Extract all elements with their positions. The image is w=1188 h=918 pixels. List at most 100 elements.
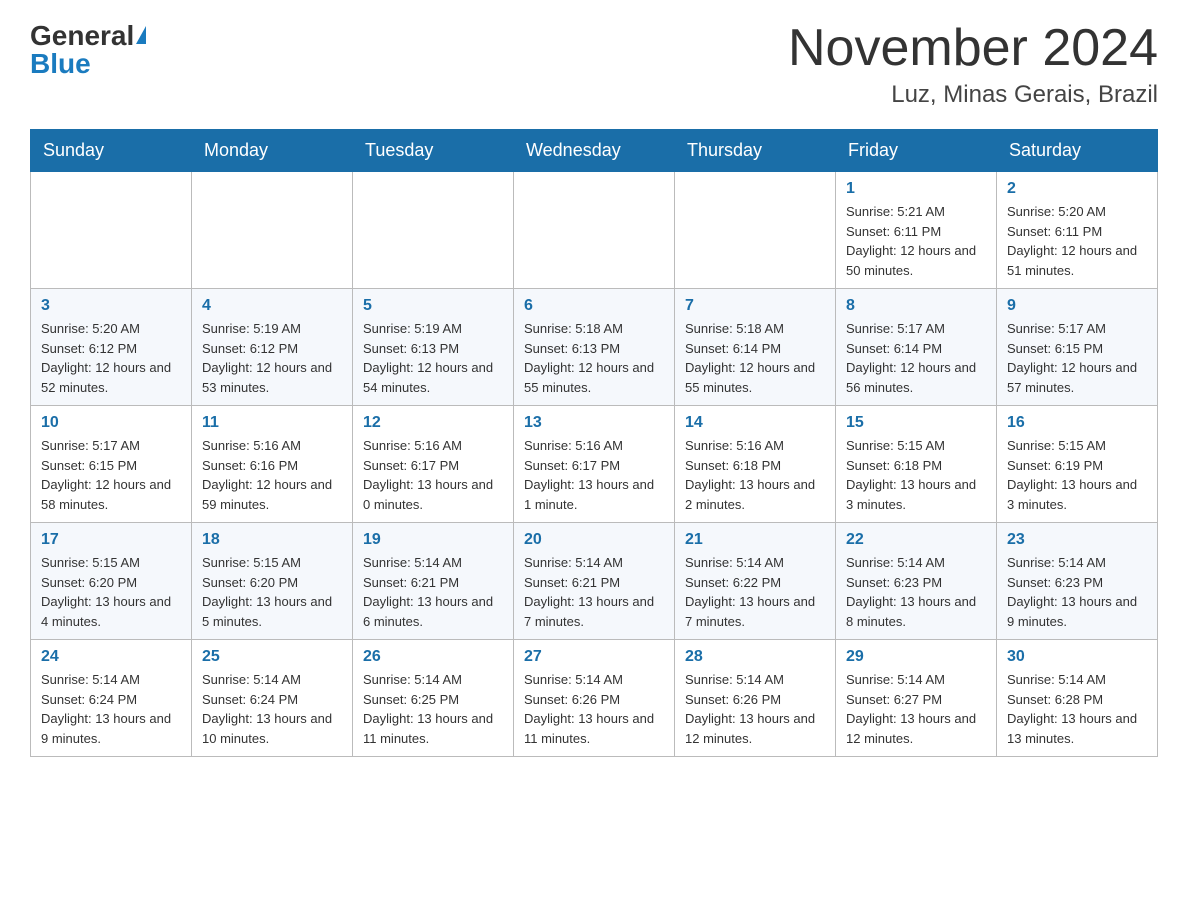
calendar-cell	[31, 172, 192, 289]
day-info: Sunrise: 5:14 AMSunset: 6:21 PMDaylight:…	[524, 553, 664, 631]
day-number: 9	[1007, 297, 1147, 315]
day-number: 18	[202, 531, 342, 549]
calendar-cell: 30 Sunrise: 5:14 AMSunset: 6:28 PMDayligh…	[997, 640, 1158, 757]
calendar-cell: 28Sunrise: 5:14 AMSunset: 6:26 PMDayligh…	[675, 640, 836, 757]
calendar-cell: 19Sunrise: 5:14 AMSunset: 6:21 PMDayligh…	[353, 523, 514, 640]
day-info: Sunrise: 5:20 AMSunset: 6:12 PMDaylight:…	[41, 319, 181, 397]
day-number: 6	[524, 297, 664, 315]
month-title: November 2024	[788, 20, 1158, 77]
calendar-week-row: 3 Sunrise: 5:20 AMSunset: 6:12 PMDaylight…	[31, 289, 1158, 406]
day-info: Sunrise: 5:16 AMSunset: 6:18 PMDaylight:…	[685, 436, 825, 514]
day-info: Sunrise: 5:18 AMSunset: 6:14 PMDaylight:…	[685, 319, 825, 397]
day-info: Sunrise: 5:19 AMSunset: 6:13 PMDaylight:…	[363, 319, 503, 397]
calendar-week-row: 24 Sunrise: 5:14 AMSunset: 6:24 PMDayligh…	[31, 640, 1158, 757]
calendar-cell	[514, 172, 675, 289]
calendar-cell: 11 Sunrise: 5:16 AMSunset: 6:16 PMDayligh…	[192, 406, 353, 523]
day-number: 27	[524, 648, 664, 666]
day-of-week-header: Friday	[836, 130, 997, 172]
calendar-week-row: 10Sunrise: 5:17 AMSunset: 6:15 PMDayligh…	[31, 406, 1158, 523]
day-number: 16	[1007, 414, 1147, 432]
calendar-cell: 1 Sunrise: 5:21 AMSunset: 6:11 PMDaylight…	[836, 172, 997, 289]
calendar-cell: 17 Sunrise: 5:15 AMSunset: 6:20 PMDayligh…	[31, 523, 192, 640]
calendar-cell: 6 Sunrise: 5:18 AMSunset: 6:13 PMDaylight…	[514, 289, 675, 406]
day-info: Sunrise: 5:14 AMSunset: 6:26 PMDaylight:…	[524, 670, 664, 748]
day-of-week-header: Saturday	[997, 130, 1158, 172]
day-number: 30	[1007, 648, 1147, 666]
calendar-cell	[192, 172, 353, 289]
day-info: Sunrise: 5:14 AMSunset: 6:28 PMDaylight:…	[1007, 670, 1147, 748]
calendar-cell: 5 Sunrise: 5:19 AMSunset: 6:13 PMDaylight…	[353, 289, 514, 406]
day-info: Sunrise: 5:18 AMSunset: 6:13 PMDaylight:…	[524, 319, 664, 397]
logo: General Blue	[30, 20, 146, 80]
day-info: Sunrise: 5:14 AMSunset: 6:24 PMDaylight:…	[41, 670, 181, 748]
day-number: 20	[524, 531, 664, 549]
page-header: General Blue November 2024 Luz, Minas Ge…	[30, 20, 1158, 109]
calendar-cell: 16 Sunrise: 5:15 AMSunset: 6:19 PMDayligh…	[997, 406, 1158, 523]
day-of-week-header: Monday	[192, 130, 353, 172]
logo-triangle-icon	[136, 26, 146, 44]
day-info: Sunrise: 5:14 AMSunset: 6:23 PMDaylight:…	[1007, 553, 1147, 631]
calendar-cell: 7 Sunrise: 5:18 AMSunset: 6:14 PMDaylight…	[675, 289, 836, 406]
day-number: 17	[41, 531, 181, 549]
day-info: Sunrise: 5:20 AMSunset: 6:11 PMDaylight:…	[1007, 202, 1147, 280]
day-info: Sunrise: 5:14 AMSunset: 6:22 PMDaylight:…	[685, 553, 825, 631]
day-info: Sunrise: 5:19 AMSunset: 6:12 PMDaylight:…	[202, 319, 342, 397]
day-info: Sunrise: 5:16 AMSunset: 6:16 PMDaylight:…	[202, 436, 342, 514]
day-number: 11	[202, 414, 342, 432]
calendar-cell: 27 Sunrise: 5:14 AMSunset: 6:26 PMDayligh…	[514, 640, 675, 757]
title-area: November 2024 Luz, Minas Gerais, Brazil	[788, 20, 1158, 109]
calendar-cell: 14Sunrise: 5:16 AMSunset: 6:18 PMDayligh…	[675, 406, 836, 523]
calendar-cell: 20 Sunrise: 5:14 AMSunset: 6:21 PMDayligh…	[514, 523, 675, 640]
day-number: 10	[41, 414, 181, 432]
calendar-cell: 18Sunrise: 5:15 AMSunset: 6:20 PMDayligh…	[192, 523, 353, 640]
calendar-cell: 13Sunrise: 5:16 AMSunset: 6:17 PMDayligh…	[514, 406, 675, 523]
calendar-cell: 15Sunrise: 5:15 AMSunset: 6:18 PMDayligh…	[836, 406, 997, 523]
day-info: Sunrise: 5:21 AMSunset: 6:11 PMDaylight:…	[846, 202, 986, 280]
day-number: 5	[363, 297, 503, 315]
day-of-week-header: Tuesday	[353, 130, 514, 172]
calendar-cell: 2 Sunrise: 5:20 AMSunset: 6:11 PMDaylight…	[997, 172, 1158, 289]
day-info: Sunrise: 5:14 AMSunset: 6:27 PMDaylight:…	[846, 670, 986, 748]
logo-blue-text: Blue	[30, 48, 91, 80]
calendar-cell: 9Sunrise: 5:17 AMSunset: 6:15 PMDaylight…	[997, 289, 1158, 406]
calendar-cell: 10Sunrise: 5:17 AMSunset: 6:15 PMDayligh…	[31, 406, 192, 523]
day-info: Sunrise: 5:14 AMSunset: 6:25 PMDaylight:…	[363, 670, 503, 748]
calendar-week-row: 1 Sunrise: 5:21 AMSunset: 6:11 PMDaylight…	[31, 172, 1158, 289]
calendar-table: SundayMondayTuesdayWednesdayThursdayFrid…	[30, 129, 1158, 757]
day-number: 24	[41, 648, 181, 666]
calendar-cell: 21 Sunrise: 5:14 AMSunset: 6:22 PMDayligh…	[675, 523, 836, 640]
calendar-cell: 26Sunrise: 5:14 AMSunset: 6:25 PMDayligh…	[353, 640, 514, 757]
calendar-cell	[353, 172, 514, 289]
calendar-cell: 22 Sunrise: 5:14 AMSunset: 6:23 PMDayligh…	[836, 523, 997, 640]
day-number: 1	[846, 180, 986, 198]
day-info: Sunrise: 5:17 AMSunset: 6:14 PMDaylight:…	[846, 319, 986, 397]
day-number: 19	[363, 531, 503, 549]
day-number: 22	[846, 531, 986, 549]
calendar-cell: 4 Sunrise: 5:19 AMSunset: 6:12 PMDaylight…	[192, 289, 353, 406]
day-number: 21	[685, 531, 825, 549]
day-info: Sunrise: 5:16 AMSunset: 6:17 PMDaylight:…	[363, 436, 503, 514]
calendar-cell: 12Sunrise: 5:16 AMSunset: 6:17 PMDayligh…	[353, 406, 514, 523]
day-number: 25	[202, 648, 342, 666]
day-number: 7	[685, 297, 825, 315]
day-info: Sunrise: 5:15 AMSunset: 6:20 PMDaylight:…	[41, 553, 181, 631]
day-number: 3	[41, 297, 181, 315]
calendar-cell: 25 Sunrise: 5:14 AMSunset: 6:24 PMDayligh…	[192, 640, 353, 757]
day-number: 4	[202, 297, 342, 315]
calendar-cell: 8 Sunrise: 5:17 AMSunset: 6:14 PMDaylight…	[836, 289, 997, 406]
day-number: 28	[685, 648, 825, 666]
calendar-week-row: 17 Sunrise: 5:15 AMSunset: 6:20 PMDayligh…	[31, 523, 1158, 640]
day-info: Sunrise: 5:16 AMSunset: 6:17 PMDaylight:…	[524, 436, 664, 514]
calendar-cell: 29 Sunrise: 5:14 AMSunset: 6:27 PMDayligh…	[836, 640, 997, 757]
calendar-header-row: SundayMondayTuesdayWednesdayThursdayFrid…	[31, 130, 1158, 172]
calendar-cell: 24 Sunrise: 5:14 AMSunset: 6:24 PMDayligh…	[31, 640, 192, 757]
day-info: Sunrise: 5:14 AMSunset: 6:24 PMDaylight:…	[202, 670, 342, 748]
day-number: 2	[1007, 180, 1147, 198]
day-of-week-header: Sunday	[31, 130, 192, 172]
day-of-week-header: Thursday	[675, 130, 836, 172]
day-number: 8	[846, 297, 986, 315]
day-number: 29	[846, 648, 986, 666]
day-info: Sunrise: 5:15 AMSunset: 6:19 PMDaylight:…	[1007, 436, 1147, 514]
day-info: Sunrise: 5:14 AMSunset: 6:23 PMDaylight:…	[846, 553, 986, 631]
calendar-cell: 3 Sunrise: 5:20 AMSunset: 6:12 PMDaylight…	[31, 289, 192, 406]
